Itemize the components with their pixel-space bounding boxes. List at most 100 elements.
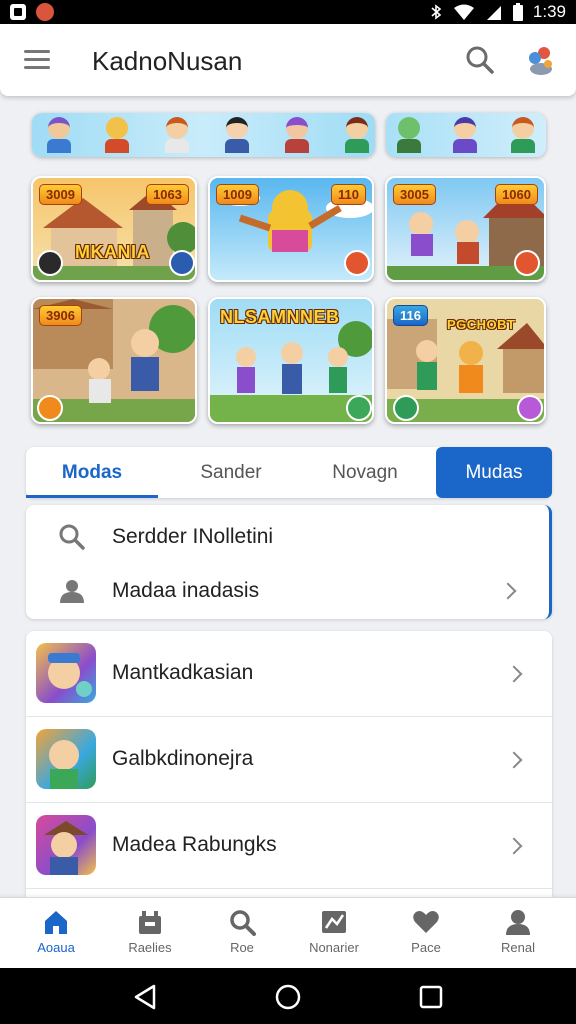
badge-icon: [346, 395, 372, 421]
recents-icon[interactable]: [419, 985, 443, 1009]
search-row[interactable]: Serdder INolletini: [26, 512, 546, 562]
profile-icon: [506, 910, 530, 935]
avatar-icon: [529, 47, 552, 75]
nav-home[interactable]: Aoaua: [10, 898, 102, 969]
card-title: MKANIA: [75, 242, 150, 262]
bottom-navigation: Aoaua Raelies Roe Nonarier Pace Renal: [0, 897, 576, 968]
chevron-right-icon: [505, 665, 523, 682]
battery-icon: [512, 3, 523, 21]
app-title: KadnoNusan: [92, 46, 243, 76]
wifi-icon: [453, 4, 474, 20]
news-icon: [322, 911, 346, 933]
character-art: [452, 117, 478, 153]
back-icon[interactable]: [132, 984, 158, 1010]
game-card[interactable]: NLSAMNNEB: [208, 297, 374, 424]
badge-icon: [169, 250, 195, 276]
card-tag: 1063: [146, 184, 189, 205]
badge-icon: [37, 250, 63, 276]
list-item[interactable]: Madea Rabungks: [26, 803, 552, 889]
card-title: NLSAMNNEB: [220, 307, 340, 327]
card-tag: 3005: [393, 184, 436, 205]
game-thumbnail: [36, 815, 96, 875]
character-art: [46, 117, 72, 153]
heart-icon: [413, 911, 439, 933]
character-art: [396, 117, 422, 153]
status-bar: 1:39: [0, 0, 576, 24]
notification-icon: [10, 4, 26, 20]
user-icon: [60, 580, 84, 603]
nav-store-label: Raelies: [128, 940, 172, 955]
game-list: Mantkadkasian Galbkdinonejra Madea Rabun…: [26, 631, 552, 897]
bluetooth-icon: [431, 4, 442, 20]
tab-bar: Modas Sander Novagn Mudas: [26, 447, 552, 498]
search-button[interactable]: [464, 44, 496, 76]
card-tag: 3009: [39, 184, 82, 205]
card-tag: 110: [331, 184, 366, 205]
card-tag: 3906: [39, 305, 82, 326]
store-icon: [139, 911, 161, 934]
system-navigation-bar: [0, 968, 576, 1024]
card-tag: 1009: [216, 184, 259, 205]
character-art: [284, 117, 310, 153]
nav-home-label: Aoaua: [37, 940, 75, 955]
nav-profile[interactable]: Renal: [472, 898, 564, 969]
character-art: [224, 117, 250, 153]
featured-banner[interactable]: [32, 113, 375, 157]
list-item-label: Galbkdinonejra: [112, 747, 254, 770]
nav-store[interactable]: Raelies: [104, 898, 196, 969]
badge-icon: [514, 250, 540, 276]
game-card[interactable]: 3906: [31, 297, 197, 424]
nav-favorites[interactable]: Pace: [380, 898, 472, 969]
profile-avatar-button[interactable]: [524, 44, 556, 76]
search-icon: [466, 46, 494, 74]
character-art: [164, 117, 190, 153]
game-thumbnail: [36, 643, 96, 703]
game-card[interactable]: 116 PGCHOBT: [385, 297, 546, 424]
game-card[interactable]: 1009 110: [208, 176, 374, 282]
list-item-label: Mantkadkasian: [112, 661, 254, 684]
chevron-right-icon: [499, 582, 517, 600]
search-panel: Serdder INolletini Madaa inadasis: [26, 505, 552, 619]
list-item[interactable]: Mantkadkasian: [26, 631, 552, 717]
app-notification-icon: [36, 3, 54, 21]
badge-icon: [37, 395, 63, 421]
featured-banner-2[interactable]: [386, 113, 546, 157]
home-circle-icon[interactable]: [274, 983, 302, 1011]
chevron-right-icon: [505, 751, 523, 768]
list-item[interactable]: Galbkdinonejra: [26, 717, 552, 803]
home-icon: [45, 911, 67, 934]
card-title: PGCHOBT: [447, 317, 516, 332]
search-icon: [59, 524, 85, 550]
list-item-label: Madea Rabungks: [112, 833, 277, 856]
badge-icon: [344, 250, 370, 276]
tab-modas[interactable]: Modas: [26, 447, 158, 498]
search-icon: [230, 910, 256, 936]
nav-search-label: Roe: [230, 940, 254, 955]
tab-sander[interactable]: Sander: [168, 447, 294, 498]
user-row[interactable]: Madaa inadasis: [26, 566, 546, 616]
search-row-label: Serdder INolletini: [112, 525, 274, 548]
nav-search[interactable]: Roe: [196, 898, 288, 969]
game-card[interactable]: 3009 1063 MKANIA: [31, 176, 197, 282]
character-art: [510, 117, 536, 153]
nav-profile-label: Renal: [501, 940, 535, 955]
tab-mudas[interactable]: Mudas: [436, 447, 552, 498]
nav-news[interactable]: Nonarier: [288, 898, 380, 969]
chevron-right-icon: [505, 837, 523, 854]
tab-novagn[interactable]: Novagn: [302, 447, 428, 498]
user-row-label: Madaa inadasis: [112, 579, 260, 602]
character-art: [104, 117, 130, 153]
character-art: [344, 117, 370, 153]
signal-icon: [486, 6, 501, 20]
nav-favorites-label: Pace: [411, 940, 441, 955]
badge-icon: [393, 395, 419, 421]
card-tag: 1060: [495, 184, 538, 205]
app-bar: KadnoNusan: [0, 24, 576, 96]
status-time: 1:39: [532, 2, 566, 21]
game-thumbnail: [36, 729, 96, 789]
card-tag: 116: [393, 305, 428, 326]
nav-news-label: Nonarier: [309, 940, 359, 955]
badge-icon: [517, 395, 543, 421]
game-card[interactable]: 3005 1060: [385, 176, 546, 282]
menu-icon[interactable]: [24, 50, 50, 70]
